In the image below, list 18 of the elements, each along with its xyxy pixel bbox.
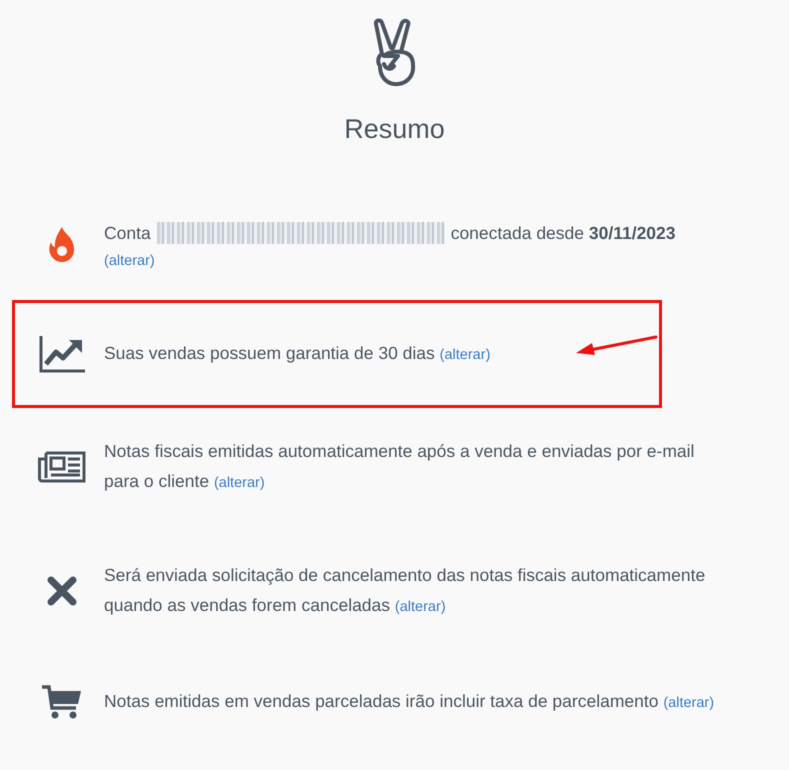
item-text: Suas vendas possuem garantia de 30 dias (alterar)	[104, 342, 490, 366]
line-chart-icon	[38, 334, 86, 374]
item-text: Notas emitidas em vendas parceladas irão incluir taxa de parcelamento (alterar)	[104, 690, 714, 714]
change-link[interactable]: (alterar)	[214, 475, 265, 492]
change-link[interactable]: (alterar)	[663, 695, 714, 712]
change-link[interactable]: (alterar)	[440, 347, 490, 364]
page-title: Resumo	[344, 114, 445, 145]
item-text: Será enviada solicitação de cancelamento das notas fiscais automaticamente quando as vendas forem canceladas (alterar)	[104, 564, 706, 618]
cross-icon	[47, 576, 77, 606]
change-link[interactable]: (alterar)	[394, 599, 446, 616]
peace-hand-icon	[372, 18, 418, 88]
flame-icon	[48, 227, 76, 264]
change-link[interactable]: (alterar)	[104, 253, 155, 270]
item-text: Conta	[104, 222, 151, 246]
newspaper-icon	[38, 450, 86, 484]
item-text: conectada desde 30/11/2023	[450, 222, 676, 246]
cart-icon	[42, 684, 82, 720]
item-text: Notas fiscais emitidas automaticamente após a venda e enviadas por e-mail para o cliente (alterar)	[104, 440, 696, 494]
